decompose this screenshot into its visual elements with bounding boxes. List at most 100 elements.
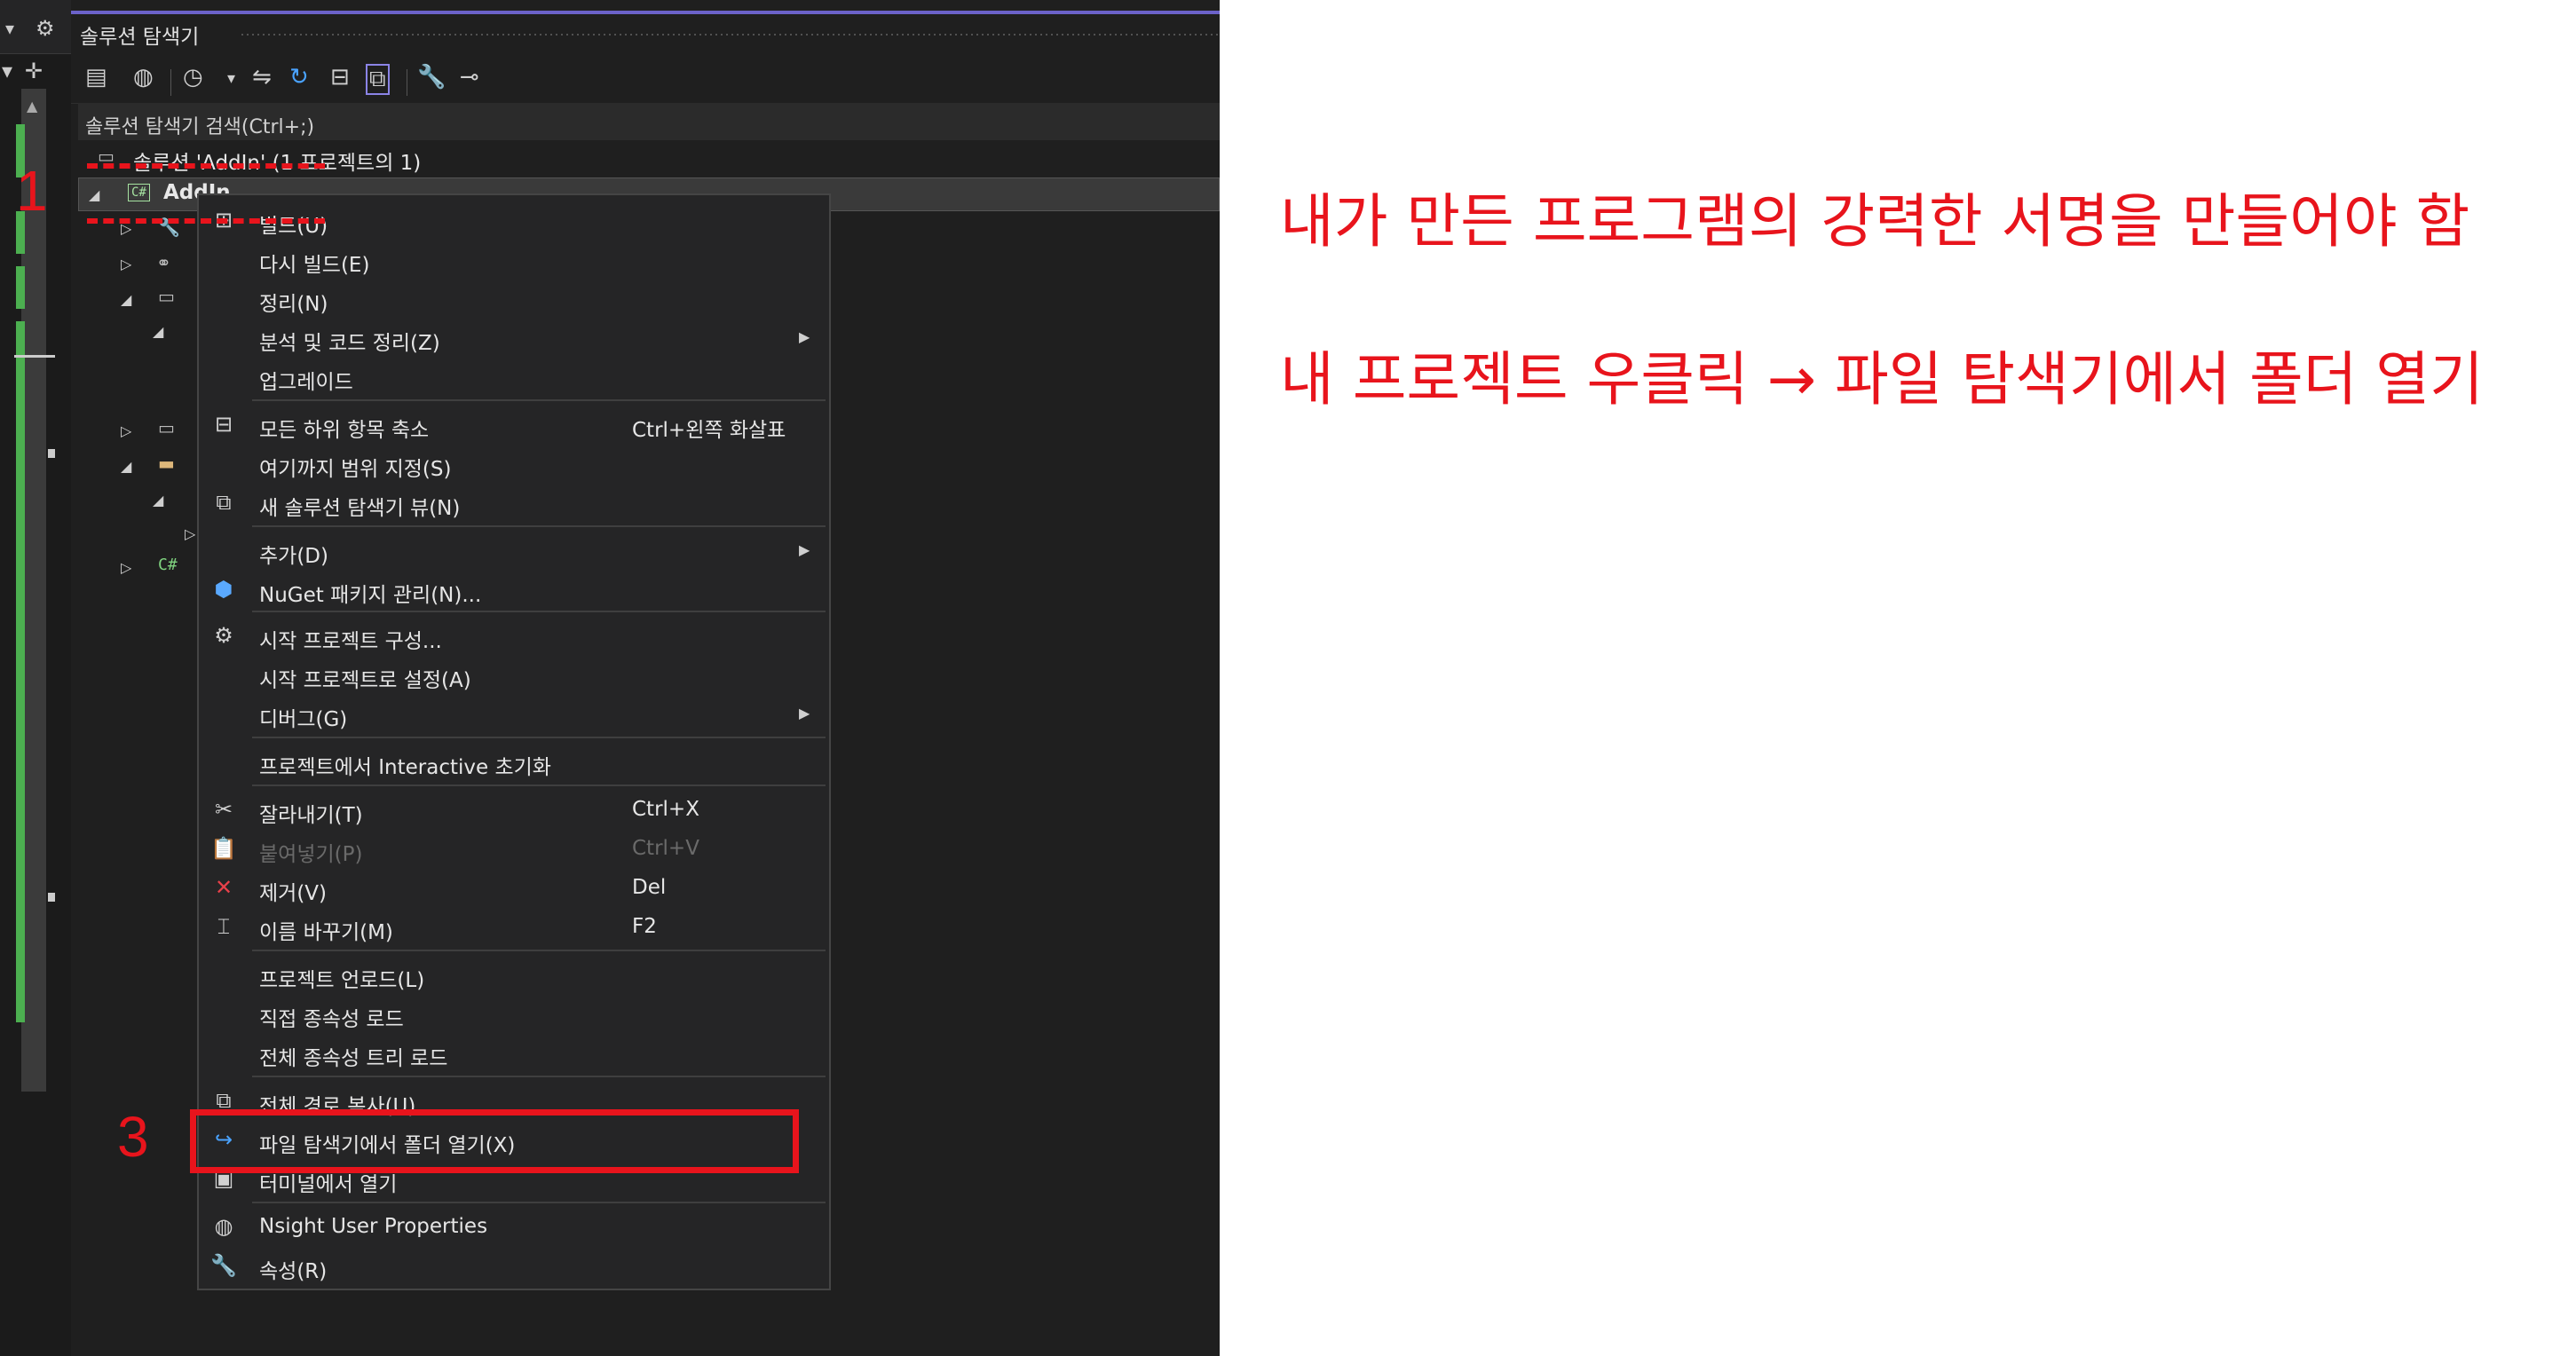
menu-item-set-startup[interactable]: 시작 프로젝트로 설정(A) [199, 655, 829, 694]
menu-item-label: 직접 종속성 로드 [259, 1008, 404, 1031]
folder-icon: ▭ [158, 417, 175, 438]
submenu-arrow-icon: ▶ [799, 705, 810, 721]
menu-item-label: 시작 프로젝트 구성... [259, 630, 442, 653]
menu-item-properties[interactable]: 🔧 속성(R) [199, 1246, 829, 1285]
menu-item-nsight-properties[interactable]: ◍ Nsight User Properties [199, 1207, 829, 1246]
remove-icon: ✕ [214, 875, 233, 900]
menu-item-label: 여기까지 범위 지정(S) [259, 458, 452, 481]
menu-item-nuget[interactable]: ⬢ NuGet 패키지 관리(N)... [199, 570, 829, 609]
annotation-dashed-highlight [87, 163, 325, 224]
scissors-icon: ✂ [214, 797, 233, 822]
scrollbar[interactable] [21, 89, 46, 1092]
menu-item-shortcut: Ctrl+X [632, 798, 699, 821]
panel-title: 솔루션 탐색기 [80, 26, 200, 49]
wrench-icon: 🔧 [210, 1253, 237, 1278]
menu-item-paste: 📋 붙여넣기(P) Ctrl+V [199, 829, 829, 868]
preview-icon[interactable]: ⊸ [460, 64, 479, 91]
collapse-arrow-icon[interactable]: ▷ [121, 422, 131, 439]
submenu-arrow-icon: ▶ [799, 328, 810, 345]
annotation-step-3: 3 [117, 1105, 149, 1169]
search-box[interactable]: 솔루션 탐색기 검색(Ctrl+;) [78, 103, 1220, 140]
expand-arrow-icon[interactable]: ◢ [121, 458, 131, 475]
show-all-files-icon[interactable]: ⧉ [366, 64, 390, 95]
menu-item-collapse-all[interactable]: ⊟ 모든 하위 항목 축소 Ctrl+왼쪽 화살표 [199, 405, 829, 444]
globe-icon: ◍ [214, 1214, 233, 1239]
menu-item-label: 분석 및 코드 정리(Z) [259, 332, 440, 355]
globe-icon[interactable]: ◍ [133, 64, 154, 91]
pending-changes-filter-icon[interactable]: ◷ [183, 64, 203, 91]
menu-item-upgrade[interactable]: 업그레이드 [199, 357, 829, 396]
nuget-icon: ⬢ [214, 577, 233, 602]
menu-item-add[interactable]: 추가(D) ▶ [199, 531, 829, 570]
panel-titlebar[interactable]: 솔루션 탐색기 [71, 14, 1220, 51]
toolbar-separator [170, 69, 171, 96]
new-view-icon: ⧉ [216, 490, 232, 515]
wrench-icon[interactable]: 🔧 [417, 64, 446, 91]
menu-item-shortcut: Del [632, 876, 667, 899]
menu-item-load-direct-deps[interactable]: 직접 종속성 로드 [199, 994, 829, 1033]
menu-item-label: 이름 바꾸기(M) [259, 921, 393, 944]
menu-item-analyze[interactable]: 분석 및 코드 정리(Z) ▶ [199, 318, 829, 357]
search-placeholder: 솔루션 탐색기 검색(Ctrl+;) [85, 116, 315, 138]
chevron-down-icon[interactable]: ▾ [227, 69, 235, 88]
change-marker [16, 266, 25, 309]
gear-icon[interactable]: ⚙ [36, 16, 55, 41]
collapse-all-icon: ⊟ [214, 412, 233, 437]
menu-separator [252, 1202, 826, 1203]
menu-item-rebuild[interactable]: 다시 빌드(E) [199, 240, 829, 279]
menu-item-label: 정리(N) [259, 293, 328, 316]
menu-item-clean[interactable]: 정리(N) [199, 279, 829, 318]
collapse-arrow-icon[interactable]: ▷ [185, 525, 195, 542]
scroll-up-arrow-icon[interactable]: ▲ [27, 98, 37, 114]
menu-item-unload-project[interactable]: 프로젝트 언로드(L) [199, 955, 829, 994]
menu-item-label: 다시 빌드(E) [259, 254, 370, 277]
menu-separator [252, 611, 826, 612]
chevron-down-icon[interactable]: ▾ [5, 18, 14, 39]
menu-item-configure-startup[interactable]: ⚙ 시작 프로젝트 구성... [199, 616, 829, 655]
menu-item-cut[interactable]: ✂ 잘라내기(T) Ctrl+X [199, 790, 829, 829]
folder-icon: ▭ [158, 286, 175, 307]
menu-item-label: 시작 프로젝트로 설정(A) [259, 669, 471, 692]
menu-item-shortcut: F2 [632, 915, 657, 938]
expand-arrow-icon[interactable]: ◢ [153, 323, 163, 340]
menu-item-label: 새 솔루션 탐색기 뷰(N) [259, 497, 461, 520]
dropdown-arrow-icon[interactable]: ▾ [2, 59, 12, 83]
menu-separator [252, 525, 826, 527]
collapse-all-icon[interactable]: ⊟ [330, 64, 350, 91]
menu-item-debug[interactable]: 디버그(G) ▶ [199, 694, 829, 733]
collapse-arrow-icon[interactable]: ▷ [121, 256, 131, 272]
menu-item-remove[interactable]: ✕ 제거(V) Del [199, 868, 829, 907]
expand-arrow-icon[interactable]: ◢ [121, 291, 131, 308]
references-icon: ⚭ [156, 252, 171, 273]
collapse-arrow-icon[interactable]: ▷ [121, 559, 131, 576]
menu-item-new-view[interactable]: ⧉ 새 솔루션 탐색기 뷰(N) [199, 483, 829, 522]
annotation-highlight-box [190, 1109, 799, 1173]
menu-item-shortcut: Ctrl+왼쪽 화살표 [632, 419, 786, 442]
scroll-position-marker [14, 355, 55, 358]
menu-item-load-full-tree[interactable]: 전체 종속성 트리 로드 [199, 1033, 829, 1072]
menu-separator [252, 784, 826, 786]
menu-separator [252, 950, 826, 951]
menu-item-shortcut: Ctrl+V [632, 837, 699, 860]
menu-item-init-interactive[interactable]: 프로젝트에서 Interactive 초기화 [199, 742, 829, 781]
menu-item-label: 제거(V) [259, 882, 328, 905]
menu-item-scope-to-this[interactable]: 여기까지 범위 지정(S) [199, 444, 829, 483]
menu-item-label: 모든 하위 항목 축소 [259, 419, 430, 442]
menu-item-label: 전체 종속성 트리 로드 [259, 1047, 448, 1070]
change-marker [16, 321, 25, 1022]
menu-item-label: 프로젝트에서 Interactive 초기화 [259, 756, 551, 779]
sync-icon[interactable]: ⇋ [252, 64, 272, 91]
folder-icon: ▬ [158, 453, 175, 474]
refresh-icon[interactable]: ↻ [289, 64, 309, 91]
paste-icon: 📋 [210, 836, 237, 861]
menu-item-label: Nsight User Properties [259, 1215, 488, 1238]
expand-arrow-icon[interactable]: ◢ [153, 492, 163, 508]
menu-item-label: 프로젝트 언로드(L) [259, 969, 425, 992]
scroll-marker [48, 449, 55, 458]
submenu-arrow-icon: ▶ [799, 541, 810, 558]
split-view-icon[interactable]: ✛ [25, 59, 43, 83]
menu-item-rename[interactable]: ⌶ 이름 바꾸기(M) F2 [199, 907, 829, 946]
back-to-solution-icon[interactable]: ▤ [85, 64, 107, 91]
menu-item-label: NuGet 패키지 관리(N)... [259, 584, 482, 607]
menu-separator [252, 399, 826, 401]
